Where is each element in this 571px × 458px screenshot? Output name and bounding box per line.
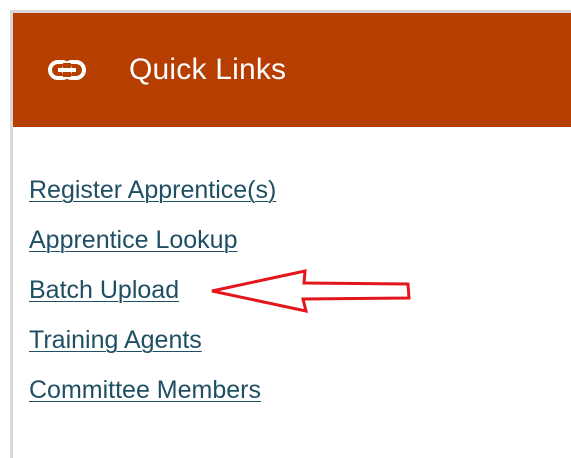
list-item: Training Agents bbox=[29, 321, 276, 371]
quick-links-panel: Quick Links Register Apprentice(s) Appre… bbox=[10, 10, 571, 458]
training-agents-link[interactable]: Training Agents bbox=[29, 326, 202, 354]
apprentice-lookup-link[interactable]: Apprentice Lookup bbox=[29, 226, 237, 254]
red-arrow-icon bbox=[211, 269, 411, 313]
register-apprentices-link[interactable]: Register Apprentice(s) bbox=[29, 176, 276, 204]
batch-upload-link[interactable]: Batch Upload bbox=[29, 276, 179, 304]
list-item: Committee Members bbox=[29, 371, 276, 421]
list-item: Register Apprentice(s) bbox=[29, 171, 276, 221]
panel-title: Quick Links bbox=[129, 53, 287, 86]
list-item: Apprentice Lookup bbox=[29, 221, 276, 271]
quick-links-header: Quick Links bbox=[13, 13, 571, 127]
link-icon bbox=[48, 60, 86, 80]
committee-members-link[interactable]: Committee Members bbox=[29, 376, 261, 404]
